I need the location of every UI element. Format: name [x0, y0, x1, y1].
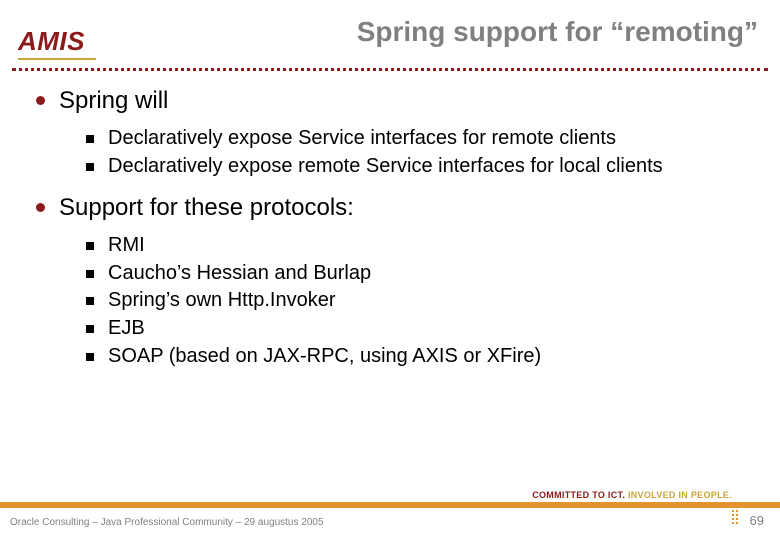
- sub-item: Spring’s own Http.Invoker: [86, 288, 752, 314]
- sub-item: Caucho’s Hessian and Burlap: [86, 261, 752, 287]
- sub-text: Spring’s own Http.Invoker: [108, 288, 336, 314]
- square-bullet-icon: [86, 135, 94, 143]
- bullet-dot-icon: [36, 203, 45, 212]
- sub-item: Declaratively expose Service interfaces …: [86, 126, 752, 152]
- square-bullet-icon: [86, 353, 94, 361]
- sub-item: Declaratively expose remote Service inte…: [86, 154, 752, 180]
- tagline-part1: COMMITTED TO ICT.: [532, 490, 625, 500]
- square-bullet-icon: [86, 163, 94, 171]
- tagline-part2: INVOLVED IN PEOPLE.: [625, 490, 732, 500]
- footer-dots-icon: [732, 506, 740, 530]
- bullet-item: Spring will: [36, 86, 752, 116]
- bullet-text: Spring will: [59, 86, 168, 116]
- header-divider: [12, 68, 768, 71]
- footer-tagline: COMMITTED TO ICT. INVOLVED IN PEOPLE.: [532, 490, 732, 500]
- slide-title: Spring support for “remoting”: [357, 16, 758, 48]
- sub-text: RMI: [108, 233, 145, 259]
- square-bullet-icon: [86, 242, 94, 250]
- square-bullet-icon: [86, 270, 94, 278]
- sub-text: Declaratively expose remote Service inte…: [108, 154, 663, 180]
- sub-item: SOAP (based on JAX-RPC, using AXIS or XF…: [86, 344, 752, 370]
- logo-text: AMIS: [18, 26, 85, 57]
- slide-footer: COMMITTED TO ICT. INVOLVED IN PEOPLE. Or…: [0, 496, 780, 540]
- slide-content: Spring will Declaratively expose Service…: [36, 86, 752, 383]
- bullet-dot-icon: [36, 96, 45, 105]
- page-number: 69: [750, 513, 764, 528]
- sub-list: Declaratively expose Service interfaces …: [86, 126, 752, 179]
- bullet-item: Support for these protocols:: [36, 193, 752, 223]
- sub-item: RMI: [86, 233, 752, 259]
- logo-underline: [18, 58, 96, 60]
- sub-text: EJB: [108, 316, 145, 342]
- bullet-text: Support for these protocols:: [59, 193, 354, 223]
- square-bullet-icon: [86, 325, 94, 333]
- sub-text: SOAP (based on JAX-RPC, using AXIS or XF…: [108, 344, 541, 370]
- footer-bar: [0, 502, 780, 508]
- sub-item: EJB: [86, 316, 752, 342]
- sub-text: Declaratively expose Service interfaces …: [108, 126, 616, 152]
- amis-logo: AMIS: [18, 26, 108, 58]
- sub-list: RMI Caucho’s Hessian and Burlap Spring’s…: [86, 233, 752, 369]
- footer-info: Oracle Consulting – Java Professional Co…: [10, 517, 324, 528]
- sub-text: Caucho’s Hessian and Burlap: [108, 261, 371, 287]
- square-bullet-icon: [86, 297, 94, 305]
